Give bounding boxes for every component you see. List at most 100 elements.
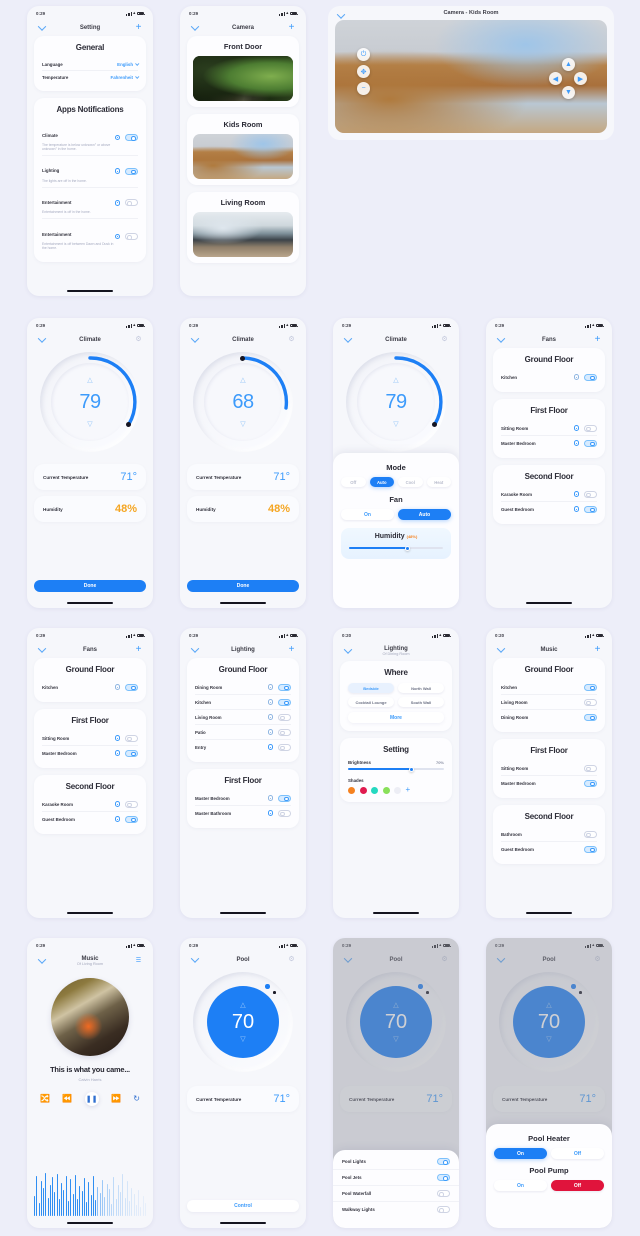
device-row[interactable]: Entry — [195, 739, 291, 754]
gear-icon[interactable] — [573, 374, 579, 380]
control-button[interactable]: Control — [187, 1200, 299, 1212]
camera-card[interactable]: Living Room — [187, 192, 299, 263]
device-row[interactable]: Master Bathroom — [195, 805, 291, 820]
device-row[interactable]: Walkway Lights — [333, 1201, 459, 1217]
toggle-switch[interactable] — [125, 800, 138, 808]
decrease-icon[interactable]: ▽ — [346, 420, 446, 428]
gear-icon[interactable] — [114, 735, 120, 741]
device-row[interactable]: Karaoke Room — [42, 797, 138, 811]
up-icon[interactable]: ▲ — [562, 58, 575, 71]
pool-temperature-circle[interactable]: △ 70 ▽ — [207, 986, 279, 1058]
next-icon[interactable]: ⏩ — [111, 1094, 121, 1103]
device-row[interactable]: Living Room — [501, 694, 597, 709]
humidity-slider[interactable] — [349, 544, 443, 552]
gear-icon[interactable] — [114, 168, 120, 174]
toggle-switch[interactable] — [584, 779, 597, 787]
repeat-icon[interactable]: ↻ — [133, 1094, 140, 1103]
mode-option-off[interactable]: Off — [341, 477, 366, 487]
device-row[interactable]: Master Bedroom — [501, 435, 597, 450]
camera-card[interactable]: Front Door — [187, 36, 299, 107]
gear-icon[interactable] — [573, 440, 579, 446]
toggle-switch[interactable] — [584, 830, 597, 838]
toggle-switch[interactable] — [278, 683, 291, 691]
toggle-switch[interactable] — [437, 1158, 450, 1165]
toggle-switch[interactable] — [584, 683, 597, 691]
device-row[interactable]: Master Bedroom — [42, 745, 138, 760]
temperature-dial[interactable]: △ 79 ▽ — [40, 352, 140, 452]
toggle-switch[interactable] — [125, 683, 138, 691]
toggle-switch[interactable] — [125, 167, 138, 175]
back-icon[interactable] — [36, 21, 47, 33]
where-option-cocktail-lounge[interactable]: Cocktail Lounge — [348, 697, 394, 707]
toggle-switch[interactable] — [584, 505, 597, 513]
back-icon[interactable] — [36, 333, 47, 345]
shade-swatch-orange[interactable] — [348, 786, 355, 794]
device-row[interactable]: Patio — [195, 724, 291, 739]
setting-row-language[interactable]: Language English — [42, 58, 140, 70]
fan-option-on[interactable]: On — [341, 509, 394, 520]
back-icon[interactable] — [495, 333, 506, 345]
heater-option-off[interactable]: Off — [551, 1148, 604, 1159]
shade-swatch-green[interactable] — [382, 786, 390, 794]
mode-option-heat[interactable]: Heat — [426, 477, 451, 487]
add-icon[interactable]: + — [592, 334, 603, 345]
where-option-south-wall[interactable]: South Wall — [398, 697, 444, 707]
toggle-switch[interactable] — [584, 698, 597, 706]
temperature-dial[interactable]: △ 79 ▽ — [346, 352, 446, 452]
brightness-slider[interactable] — [348, 765, 444, 773]
slider-thumb[interactable] — [409, 766, 415, 772]
dial-knob[interactable] — [265, 984, 270, 989]
pump-option-on[interactable]: On — [494, 1180, 547, 1191]
device-row[interactable]: Bathroom — [501, 827, 597, 841]
dial-knob[interactable] — [240, 356, 245, 361]
device-row[interactable]: Karaoke Room — [501, 487, 597, 501]
move-icon[interactable]: ✥ — [357, 65, 370, 78]
toggle-switch[interactable] — [584, 439, 597, 447]
toggle-switch[interactable] — [584, 713, 597, 721]
gear-icon[interactable]: ⚙ — [286, 954, 297, 965]
camera-card[interactable]: Kids Room — [187, 114, 299, 185]
device-row[interactable]: Dining Room — [195, 680, 291, 694]
mode-option-cool[interactable]: Cool — [398, 477, 423, 487]
back-icon[interactable] — [189, 953, 200, 965]
gear-icon[interactable] — [114, 134, 120, 141]
notification-row[interactable]: Entertainment Entertainment is off in th… — [42, 186, 138, 219]
gear-icon[interactable] — [267, 699, 273, 705]
back-icon[interactable] — [342, 645, 353, 657]
left-icon[interactable]: ◀ — [549, 72, 562, 85]
add-icon[interactable]: + — [406, 786, 411, 794]
device-row[interactable]: Pool Waterfall — [333, 1185, 459, 1201]
device-row[interactable]: Kitchen — [195, 694, 291, 709]
pump-option-off[interactable]: Off — [551, 1180, 604, 1191]
toggle-switch[interactable] — [278, 698, 291, 706]
where-option-bedside[interactable]: Bedside — [348, 683, 394, 693]
temperature-dial[interactable]: △ 68 ▽ — [193, 352, 293, 452]
back-icon[interactable] — [189, 643, 200, 655]
gear-icon[interactable] — [267, 744, 273, 750]
add-icon[interactable]: + — [133, 22, 144, 33]
back-icon[interactable] — [342, 333, 353, 345]
camera-thumbnail[interactable] — [193, 56, 293, 101]
toggle-switch[interactable] — [584, 490, 597, 498]
device-row[interactable]: Guest Bedroom — [501, 841, 597, 856]
shade-swatch-white[interactable] — [394, 786, 401, 794]
previous-icon[interactable]: ⏪ — [62, 1094, 72, 1103]
camera-thumbnail[interactable] — [193, 212, 293, 257]
toggle-switch[interactable] — [278, 728, 291, 736]
device-row[interactable]: Guest Bedroom — [501, 501, 597, 516]
gear-icon[interactable] — [573, 506, 579, 512]
gear-icon[interactable] — [114, 801, 120, 807]
right-icon[interactable]: ▶ — [574, 72, 587, 85]
setting-row-temperature[interactable]: Temperature Fahrenheit — [42, 70, 140, 83]
device-row[interactable]: Master Bedroom — [501, 775, 597, 790]
add-icon[interactable]: + — [133, 644, 144, 655]
gear-icon[interactable]: ⚙ — [439, 334, 450, 345]
done-button[interactable]: Done — [34, 580, 146, 592]
device-row[interactable]: Pool Jets — [333, 1169, 459, 1185]
power-icon[interactable]: ⏻ — [357, 48, 370, 61]
device-row[interactable]: Pool Lights — [333, 1154, 459, 1169]
add-icon[interactable]: + — [592, 644, 603, 655]
gear-icon[interactable] — [114, 200, 120, 206]
pause-icon[interactable]: ❚❚ — [84, 1091, 99, 1106]
dial-knob[interactable] — [126, 422, 131, 427]
